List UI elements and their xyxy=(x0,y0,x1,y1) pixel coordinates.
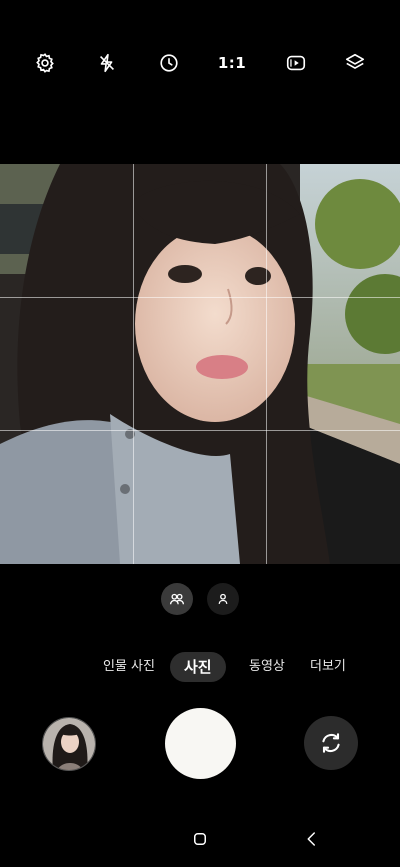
gallery-thumbnail-image xyxy=(43,718,95,770)
shutter-button[interactable] xyxy=(165,708,236,779)
grid-line-vertical-2 xyxy=(266,164,267,564)
filters-icon xyxy=(345,53,365,69)
switch-camera-icon xyxy=(322,733,340,753)
mode-video[interactable]: 동영상 xyxy=(249,652,285,682)
timer-icon xyxy=(160,54,178,72)
wide-selfie-button[interactable] xyxy=(161,583,193,615)
camera-viewfinder[interactable] xyxy=(0,164,400,564)
back-nav-button[interactable] xyxy=(300,827,324,851)
mode-portrait[interactable]: 인물 사진 xyxy=(103,652,155,682)
motion-photo-button[interactable] xyxy=(281,48,311,78)
flash-button[interactable] xyxy=(92,48,122,78)
normal-selfie-button[interactable] xyxy=(207,583,239,615)
camera-toolbar: 1:1 xyxy=(0,48,400,78)
gear-icon xyxy=(36,53,54,73)
filters-button[interactable] xyxy=(340,48,370,78)
gallery-thumbnail-button[interactable] xyxy=(42,717,96,771)
grid-line-vertical-1 xyxy=(133,164,134,564)
aspect-ratio-label: 1:1 xyxy=(217,54,247,72)
grid-line-horizontal-1 xyxy=(0,297,400,298)
mode-selector: 인물 사진 사진 동영상 더보기 xyxy=(0,652,400,682)
flash-off-icon xyxy=(99,53,115,73)
timer-button[interactable] xyxy=(154,48,184,78)
grid-line-horizontal-2 xyxy=(0,430,400,431)
settings-button[interactable] xyxy=(30,48,60,78)
mode-photo[interactable]: 사진 xyxy=(170,652,226,682)
back-icon xyxy=(307,832,315,846)
mode-more[interactable]: 더보기 xyxy=(310,652,346,682)
home-nav-button[interactable] xyxy=(188,827,212,851)
motion-photo-icon xyxy=(286,55,306,71)
single-person-icon xyxy=(218,593,228,604)
group-selfie-icon xyxy=(169,593,185,605)
home-icon xyxy=(194,833,206,845)
switch-camera-button[interactable] xyxy=(304,716,358,770)
selfie-preview-image xyxy=(0,164,400,564)
camera-screen: 1:1 인물 사진 사진 동영상 더보기 xyxy=(0,0,400,867)
aspect-ratio-button[interactable]: 1:1 xyxy=(216,48,248,78)
